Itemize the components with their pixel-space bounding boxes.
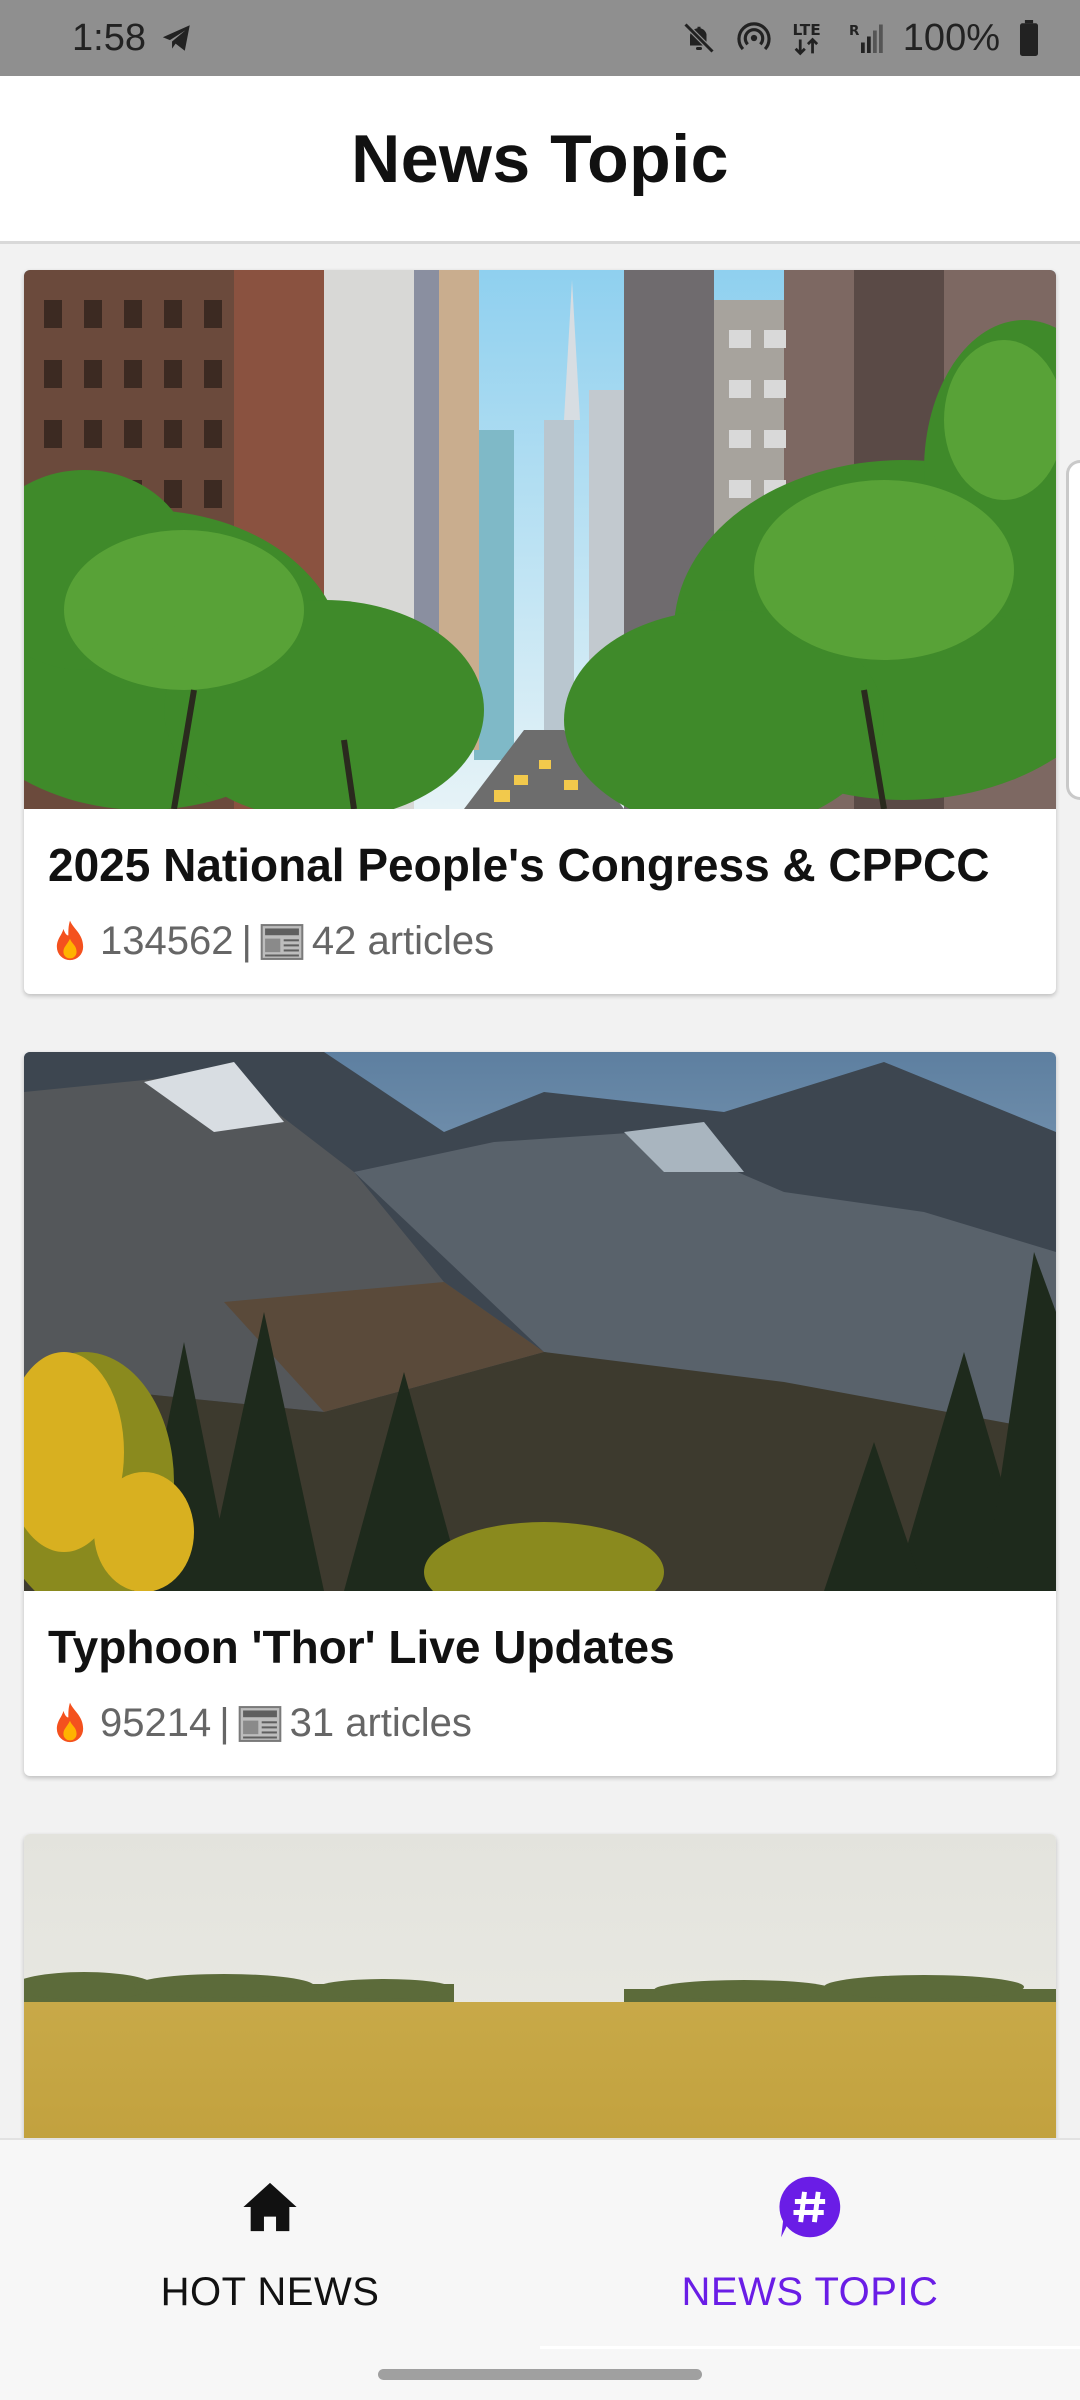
topic-card[interactable]: Typhoon 'Thor' Live Updates 95214 | 31 a… [24,1052,1056,1776]
active-tab-indicator [540,2346,1080,2349]
topic-title: 2025 National People's Congress & CPPCC [48,839,990,891]
mountain-landscape-photo [24,1052,1056,1591]
card-body: 2025 National People's Congress & CPPCC … [24,809,1056,994]
status-right: LTE R 100% [681,17,1040,60]
fire-icon [48,1700,92,1748]
home-gesture-bar[interactable] [378,2369,702,2380]
nav-hot-news[interactable]: HOT NEWS [0,2140,540,2350]
article-count: 42 articles [311,919,495,964]
hashtag-icon [777,2174,843,2240]
hotspot-icon [735,19,773,57]
topic-title: Typhoon 'Thor' Live Updates [48,1621,675,1673]
heat-count: 134562 [100,919,234,964]
meta-separator: | [219,1701,230,1746]
newspaper-icon [238,1700,282,1748]
svg-text:LTE: LTE [792,21,820,39]
home-icon [237,2174,303,2240]
svg-text:R: R [849,23,860,39]
topic-list[interactable]: 2025 National People's Congress & CPPCC … [0,247,1080,2138]
topic-card[interactable] [24,1834,1056,2138]
topic-card[interactable]: 2025 National People's Congress & CPPCC … [24,270,1056,994]
app-bar: News Topic [0,76,1080,244]
telegram-icon [160,21,194,55]
heat-count: 95214 [100,1701,212,1746]
lte-icon: LTE [791,19,831,57]
battery-icon [1018,20,1040,56]
page-title: News Topic [351,120,729,197]
topic-meta: 95214 | 31 articles [48,1700,1032,1748]
wheat-field-photo [24,1834,1056,2138]
article-count: 31 articles [289,1701,472,1746]
topic-meta: 134562 | 42 articles [48,918,1032,966]
bottom-navigation: HOT NEWS NEWS TOPIC [0,2138,1080,2350]
newspaper-icon [260,918,304,966]
card-body: Typhoon 'Thor' Live Updates 95214 | 31 a… [24,1591,1056,1776]
meta-separator: | [241,919,252,964]
city-street-photo [24,270,1056,809]
nav-label-news-topic: NEWS TOPIC [681,2270,939,2314]
battery-percent: 100% [902,16,1000,59]
nav-news-topic[interactable]: NEWS TOPIC [540,2140,1080,2350]
signal-icon: R [849,20,885,56]
status-time: 1:58 [72,16,146,59]
fire-icon [48,918,92,966]
nav-label-hot-news: HOT NEWS [160,2270,380,2314]
status-bar: 1:58 LTE R 100% [0,0,1080,76]
screen: 1:58 LTE R 100% News Topic 2025 National… [0,0,1080,2400]
mute-icon [681,20,717,56]
edge-panel-handle[interactable] [1066,460,1080,800]
status-left: 1:58 [72,17,194,60]
